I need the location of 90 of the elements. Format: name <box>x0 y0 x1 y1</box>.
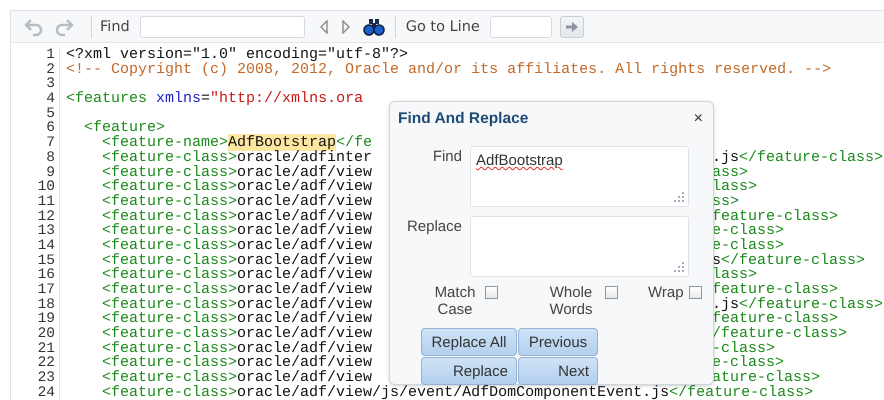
checkbox[interactable] <box>688 286 702 299</box>
line-number: 9 <box>11 166 60 180</box>
code-line: <feature-class>oracle/adf/view <box>101 166 374 180</box>
previous-icon[interactable] <box>318 20 329 34</box>
code-line: ature-class> <box>712 371 820 386</box>
line-number: 17 <box>11 283 60 298</box>
line-number: 4 <box>11 92 60 107</box>
line-number: 19 <box>11 312 60 328</box>
code-line: ss> <box>712 194 740 210</box>
code-line: lass> <box>712 180 758 195</box>
line-number: 20 <box>11 327 60 342</box>
code-line: <feature-class>oracle/adf/view <box>101 283 374 298</box>
line-number: 7 <box>11 136 60 151</box>
code-line: <feature-class>oracle/adf/view <box>101 298 374 312</box>
code-line: .js</feature-class> <box>712 150 884 166</box>
option-label: Wrap <box>648 284 684 301</box>
code-line: ass> <box>712 166 748 180</box>
line-number: 11 <box>11 194 60 210</box>
line-number: 16 <box>11 268 60 283</box>
line-number: 2 <box>11 62 60 78</box>
code-line: feature-class> <box>712 283 838 298</box>
line-number: 3 <box>11 77 60 92</box>
dialog-title: Find And Replace <box>398 110 528 128</box>
code-line: <feature-class>oracle/adf/view/js/event/AdfDomComponentEvent.js</feature-class> <box>101 386 814 400</box>
code-line: .js</feature-class> <box>712 298 884 312</box>
line-number: 15 <box>11 254 60 268</box>
code-line: <feature-class>oracle/adf/view <box>101 180 374 195</box>
code-line: /feature-class> <box>712 327 848 342</box>
line-number: 13 <box>11 224 60 239</box>
checkbox[interactable] <box>485 286 498 299</box>
code-line: feature-class> <box>712 210 838 224</box>
line-number: 18 <box>11 298 60 312</box>
checkbox[interactable] <box>605 286 618 299</box>
line-number: 22 <box>11 356 60 372</box>
replace-all-button[interactable]: Replace All <box>421 328 517 356</box>
replace-field[interactable] <box>470 216 689 277</box>
find-label: Find <box>100 18 130 34</box>
replace-button[interactable]: Replace <box>421 357 517 385</box>
code-line: <feature-class>oracle/adf/view <box>101 312 374 328</box>
code-line: e-class> <box>712 238 784 254</box>
line-number: 1 <box>11 48 60 63</box>
option-label: Whole Words <box>548 284 594 318</box>
line-number: 10 <box>11 180 60 195</box>
code-line: <feature-class>oracle/adf/view <box>101 254 374 268</box>
redo-icon[interactable] <box>53 16 75 36</box>
code-line: <feature-class>oracle/adf/view <box>101 327 374 342</box>
code-line: <feature-class>oracle/adf/view <box>101 342 374 356</box>
code-line: <features xmlns="http://xmlns.ora <box>65 92 364 107</box>
next-icon[interactable] <box>340 20 351 34</box>
undo-icon[interactable] <box>23 16 45 36</box>
code-line: <feature-class>oracle/adf/view <box>101 194 374 210</box>
code-line: <feature-class>oracle/adf/view <box>101 356 374 372</box>
line-number: 12 <box>11 210 60 224</box>
line-number: 21 <box>11 342 60 356</box>
line-number: 5 <box>11 106 60 122</box>
resize-grip-icon[interactable] <box>674 192 684 202</box>
code-line: <feature-class>oracle/adf/view <box>101 238 374 254</box>
code-line: <feature-class>oracle/adf/view <box>101 210 374 224</box>
go-button[interactable] <box>560 16 584 38</box>
find-field[interactable]: AdfBootstrap <box>470 146 689 207</box>
find-label: Find <box>432 147 463 167</box>
replace-label: Replace <box>406 217 463 237</box>
code-line: <feature> <box>83 121 166 136</box>
code-line: <feature-name>AdfBootstrap</fe <box>101 136 372 151</box>
code-line: <!-- Copyright (c) 2008, 2012, Oracle and/or its affiliates. All rights reserved. --> <box>65 62 832 78</box>
line-number: 8 <box>11 150 60 166</box>
binoculars-icon[interactable] <box>362 18 385 36</box>
line-number-field[interactable] <box>490 16 552 38</box>
code-line: lass> <box>712 268 758 283</box>
previous-button[interactable]: Previous <box>518 328 598 356</box>
option-label: Match Case <box>434 284 476 318</box>
resize-grip-icon[interactable] <box>674 262 684 272</box>
line-number: 6 <box>11 121 60 136</box>
next-button[interactable]: Next <box>518 357 598 385</box>
code-line: feature-class> <box>712 312 838 328</box>
line-number: 14 <box>11 238 60 254</box>
go-to-line-label: Go to Line <box>406 18 480 34</box>
code-line: <?xml version="1.0" encoding="utf-8"?> <box>65 48 408 63</box>
code-line: <feature-class>oracle/adf/view <box>101 224 374 239</box>
code-line: -class> <box>712 342 776 356</box>
code-line: e-class> <box>712 224 784 239</box>
line-number: 23 <box>11 371 60 386</box>
close-button[interactable]: × <box>692 110 705 128</box>
arrow-icon <box>566 22 578 32</box>
find-field[interactable] <box>140 16 305 38</box>
line-number: 24 <box>11 386 60 400</box>
code-line: e-class> <box>712 356 784 372</box>
code-line: <feature-class>oracle/adf/view <box>101 371 372 386</box>
code-line: <feature-class>oracle/adfinter <box>101 150 374 166</box>
code-line: <feature-class>oracle/adf/view <box>101 268 374 283</box>
